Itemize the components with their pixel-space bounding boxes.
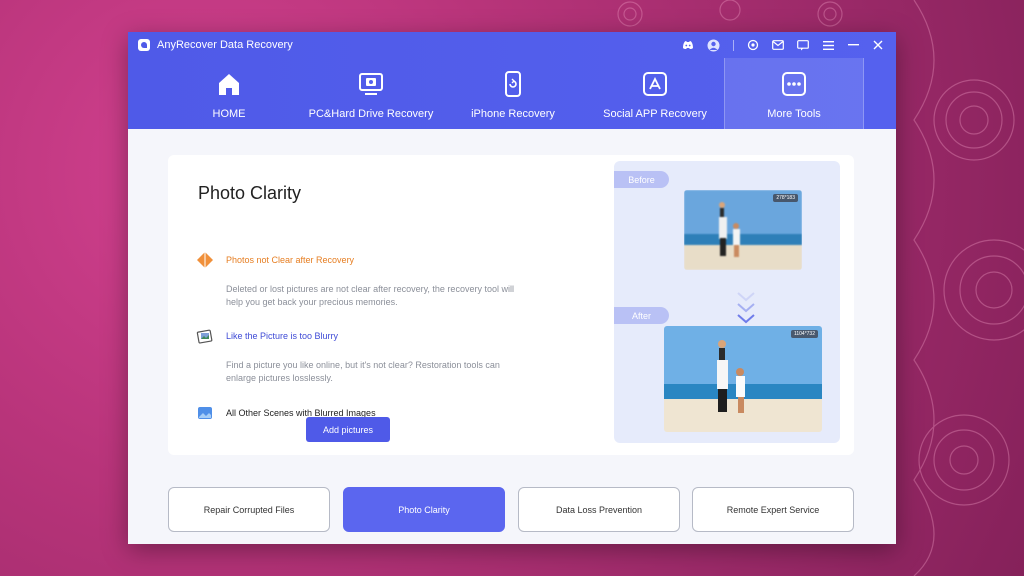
tab-remote-expert-service[interactable]: Remote Expert Service xyxy=(692,487,854,532)
before-label: Before xyxy=(614,171,669,188)
app-title: AnyRecover Data Recovery xyxy=(157,39,293,51)
after-label: After xyxy=(614,307,669,324)
chevron-down-icon xyxy=(737,292,755,324)
close-icon[interactable] xyxy=(870,37,886,53)
home-icon xyxy=(219,74,239,95)
add-pictures-button[interactable]: Add pictures xyxy=(306,417,390,442)
tab-repair-corrupted-files[interactable]: Repair Corrupted Files xyxy=(168,487,330,532)
before-after-comparison: Before 278*183 After 1104*732 xyxy=(614,161,840,443)
feature-card: Photo Clarity Photos not Clear after Rec… xyxy=(168,155,854,455)
nav-label-iphone: iPhone Recovery xyxy=(471,108,555,120)
header: AnyRecover Data Recovery HOME PC&Hard Dr… xyxy=(128,32,896,129)
settings-icon[interactable] xyxy=(745,37,761,53)
tool-tabs: Repair Corrupted Files Photo Clarity Dat… xyxy=(168,487,854,532)
nav-more-tools[interactable]: More Tools xyxy=(724,58,864,129)
feature-title: Photo Clarity xyxy=(198,183,302,203)
main-nav: HOME PC&Hard Drive Recovery iPhone Recov… xyxy=(158,58,894,129)
chat-icon[interactable] xyxy=(795,37,811,53)
iphone-icon xyxy=(505,71,521,97)
nav-pc-hard-drive-recovery[interactable]: PC&Hard Drive Recovery xyxy=(300,58,442,129)
titlebar-divider xyxy=(733,39,734,51)
nav-home[interactable]: HOME xyxy=(158,58,300,129)
tab-photo-clarity[interactable]: Photo Clarity xyxy=(343,487,505,532)
after-photo: 1104*732 xyxy=(664,326,822,432)
background-pattern-top xyxy=(617,0,843,27)
app-window: AnyRecover Data Recovery HOME PC&Hard Dr… xyxy=(128,32,896,544)
nav-social-app-recovery[interactable]: Social APP Recovery xyxy=(584,58,726,129)
feature-point-description: Deleted or lost pictures are not clear a… xyxy=(226,284,514,307)
before-resolution-badge: 278*183 xyxy=(773,194,798,202)
content-area: Photo Clarity Photos not Clear after Rec… xyxy=(128,129,896,544)
feature-point-description: Find a picture you like online, but it's… xyxy=(226,360,500,383)
titlebar-controls xyxy=(671,37,886,53)
app-store-icon xyxy=(643,72,667,96)
after-resolution-badge: 1104*732 xyxy=(790,330,818,338)
nav-label-more-tools: More Tools xyxy=(767,108,821,120)
app-logo-icon xyxy=(138,39,150,51)
feature-point-heading: Like the Picture is too Blurry xyxy=(226,331,339,341)
image-icon xyxy=(198,407,212,419)
menu-icon[interactable] xyxy=(820,37,836,53)
background-pattern xyxy=(913,0,1024,576)
more-icon xyxy=(782,72,806,96)
hard-drive-icon xyxy=(359,73,383,95)
before-photo: 278*183 xyxy=(684,190,802,270)
discord-icon[interactable] xyxy=(680,37,696,53)
title-bar: AnyRecover Data Recovery xyxy=(128,32,896,58)
orange-diamond-icon xyxy=(197,252,213,268)
nav-label-social-app: Social APP Recovery xyxy=(603,108,707,120)
feature-point-heading: Photos not Clear after Recovery xyxy=(226,255,355,265)
minimize-icon[interactable] xyxy=(845,37,861,53)
tab-data-loss-prevention[interactable]: Data Loss Prevention xyxy=(518,487,680,532)
nav-iphone-recovery[interactable]: iPhone Recovery xyxy=(442,58,584,129)
mail-icon[interactable] xyxy=(770,37,786,53)
nav-label-home: HOME xyxy=(212,108,246,120)
nav-label-pc-hard-drive: PC&Hard Drive Recovery xyxy=(308,108,434,120)
avatar-icon[interactable] xyxy=(705,37,721,53)
picture-frame-icon xyxy=(196,329,213,344)
